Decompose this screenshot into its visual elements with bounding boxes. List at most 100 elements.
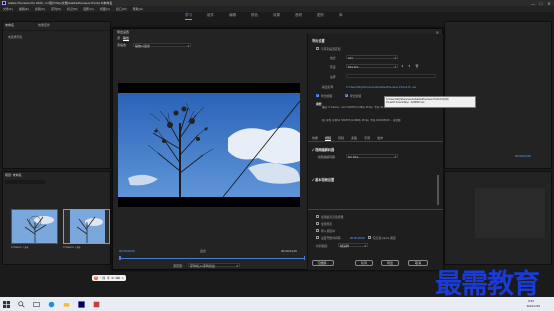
workspace-assembly[interactable]: 组件 [207, 13, 214, 20]
queue-button[interactable]: 队列 [355, 260, 373, 266]
out-timecode: 00;00;04;29 [281, 249, 297, 253]
workspace-effects[interactable]: 效果 [273, 13, 280, 20]
delete-preset-icon[interactable]: 🗑 [415, 64, 419, 68]
menu-graphics[interactable]: 图形(G) [84, 7, 94, 11]
time-interpolation-label: 时间插值: [316, 244, 328, 248]
menu-clip[interactable]: 剪辑(C) [35, 7, 45, 11]
project-panel: 项目: 未命名 C:\Users\...\.jpg C:\Users\...\.… [2, 171, 111, 265]
export-audio-checkbox[interactable] [345, 94, 349, 98]
dialog-title: 导出设置 [117, 30, 130, 34]
format-value: AVI [348, 56, 353, 60]
render-alpha-label: 仅渲染 Alpha 通道 [373, 236, 396, 240]
no-clip-selected: 未选择剪辑 [8, 35, 22, 39]
search-icon[interactable] [18, 300, 25, 308]
format-dropdown[interactable]: AVI [346, 55, 398, 60]
max-quality-checkbox[interactable] [316, 215, 319, 218]
premiere-app-icon [2, 1, 6, 5]
workspace-color[interactable]: 颜色 [251, 13, 258, 20]
workspace-libraries[interactable]: 库 [339, 13, 343, 20]
source-range-label: 源范围: [173, 264, 183, 268]
match-sequence-checkbox[interactable] [316, 47, 319, 50]
start-timecode-checkbox[interactable] [316, 236, 319, 239]
basic-settings-header[interactable]: ✓ 基本视频设置 [312, 177, 334, 182]
program-monitor: 00;00;04;29 [444, 21, 552, 169]
program-timecode: 00;00;04;29 [515, 154, 531, 158]
start-timecode-label: 设置开始时间码 [321, 236, 341, 240]
taskbar: 9:52 2021/1/15 [0, 297, 554, 311]
ime-halfwidth[interactable]: 半 [107, 276, 110, 280]
source-panel: 未命名 效果控件 未选择剪辑 [2, 21, 111, 169]
menu-window[interactable]: 窗口(W) [116, 7, 127, 11]
ime-emoji-icon[interactable]: ☺ [121, 276, 124, 280]
render-alpha-checkbox[interactable] [368, 236, 371, 239]
source-range-dropdown[interactable]: 序列切入/序列切出 [188, 263, 240, 268]
clip-thumbnail[interactable] [11, 209, 58, 244]
tab-effect-controls[interactable]: 效果控件 [38, 23, 50, 27]
panel-divider [3, 30, 110, 31]
use-previews-checkbox[interactable] [316, 222, 319, 225]
save-preset-icon[interactable]: ⬇ [401, 64, 404, 68]
in-timecode[interactable]: 00;00;00;00 [119, 249, 135, 253]
workspace-learn[interactable]: 学习 [185, 13, 192, 20]
cancel-button[interactable]: 取消 [408, 260, 428, 266]
menu-view[interactable]: 视图(V) [100, 7, 110, 11]
settings-scrollbar[interactable] [437, 175, 439, 205]
menu-file[interactable]: 文件(F) [3, 7, 13, 11]
preset-value: PAL DV [348, 65, 359, 69]
tab-source[interactable]: 未命名 [5, 23, 14, 27]
tab-output-dialog[interactable]: 输出 [123, 36, 130, 41]
use-previews-label: 使用预览 [321, 222, 333, 226]
tab-project[interactable]: 项目: 未命名 [5, 173, 22, 177]
timeline-tracks[interactable] [475, 188, 545, 238]
menu-edit[interactable]: 编辑(E) [19, 7, 29, 11]
ime-logo-icon[interactable]: 中 [94, 276, 98, 280]
window-title: Adobe Premiere Pro 2020 - C:\用户\Sky\文档\A… [8, 1, 113, 5]
edge-browser-icon[interactable] [48, 301, 55, 308]
fit-label[interactable]: 适合 [200, 249, 206, 253]
ime-keyboard-icon[interactable]: ⌨ [115, 276, 119, 280]
start-timecode-value[interactable]: 00;00;00;00 [350, 236, 365, 240]
ime-simplified[interactable]: 简 [102, 276, 105, 280]
workspace-audio[interactable]: 音频 [295, 13, 302, 20]
project-search[interactable] [5, 180, 45, 184]
source-scale-value: 缩放以适合 [135, 43, 151, 48]
export-settings-pane: 导出设置 与序列设置匹配 格式: AVI 预设: PAL DV ⬇ ⬆ 🗑 注释… [307, 34, 443, 270]
ime-punct[interactable]: ° [100, 276, 101, 280]
export-button[interactable]: 导出 [381, 260, 399, 266]
comment-label: 注释: [330, 75, 337, 79]
tab-source-dialog[interactable]: 源 [117, 36, 120, 40]
export-video-checkbox[interactable] [316, 94, 320, 98]
workspace-editing[interactable]: 编辑 [229, 13, 236, 20]
ime-settings-icon[interactable]: ⚙ [111, 276, 114, 280]
range-in-handle[interactable] [119, 256, 121, 260]
source-scale-dropdown[interactable]: 缩放以适合 [133, 42, 191, 48]
export-preview [118, 83, 301, 207]
premiere-taskbar-icon[interactable] [78, 300, 85, 308]
preset-dropdown[interactable]: PAL DV [346, 64, 398, 69]
video-codec-value: DV PAL [348, 155, 359, 159]
file-explorer-icon[interactable] [63, 301, 70, 308]
workspace-tabs: 学习 组件 编辑 颜色 效果 音频 图形 库 [185, 13, 343, 20]
output-path-tooltip: C:\Users\Sky\Documents\Adobe\Premiere Pr… [384, 96, 476, 108]
import-preset-icon[interactable]: ⬆ [408, 64, 411, 68]
menu-marker[interactable]: 标记(M) [67, 7, 78, 11]
menu-help[interactable]: 帮助(H) [133, 7, 143, 11]
import-project-checkbox[interactable] [316, 229, 319, 232]
clock-date[interactable]: 2021/1/15 [527, 304, 540, 308]
comment-input[interactable] [346, 74, 436, 78]
time-interpolation-dropdown[interactable]: 帧采样 [338, 243, 368, 248]
windows-start-icon[interactable] [3, 300, 10, 308]
task-view-icon[interactable] [33, 301, 40, 308]
summary-source: 源: 序列, 序列01 720x576 (1.0940), 25 fps, 下场… [322, 119, 401, 122]
range-out-handle[interactable] [303, 256, 305, 260]
video-codec-dropdown[interactable]: DV PAL [346, 154, 398, 159]
workspace-graphics[interactable]: 图形 [317, 13, 324, 20]
metadata-button[interactable]: 元数据... [312, 260, 334, 266]
photos-icon[interactable] [93, 301, 100, 308]
menu-sequence[interactable]: 序列(S) [51, 7, 61, 11]
clock-time[interactable]: 9:52 [528, 299, 534, 303]
video-codec-header[interactable]: ✓ 视频编解码器 [312, 147, 334, 152]
clip-thumbnail[interactable] [63, 209, 110, 244]
range-scrubber[interactable] [119, 258, 305, 259]
output-name-link[interactable]: C:\Users\Sky\Documents\Adobe\Premiere Pr… [346, 85, 440, 89]
